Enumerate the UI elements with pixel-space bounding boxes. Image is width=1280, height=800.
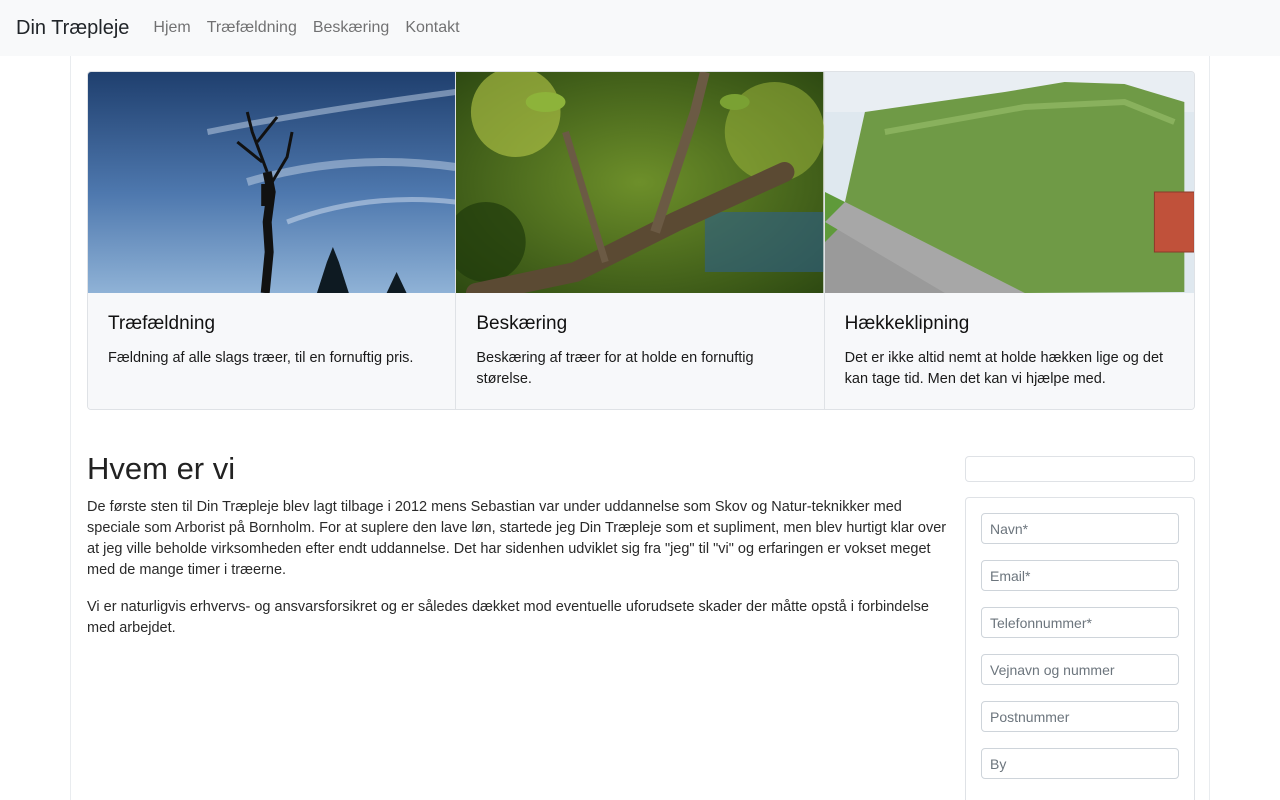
about-section: Hvem er vi De første sten til Din Træple… <box>87 451 947 655</box>
about-paragraph: Vi er naturligvis erhvervs- og ansvarsfo… <box>87 599 929 636</box>
about-paragraph: De første sten til Din Træpleje blev lag… <box>87 499 947 578</box>
brand-link[interactable]: Din Træpleje <box>16 18 129 38</box>
phone-field[interactable] <box>981 607 1179 638</box>
street-field[interactable] <box>981 654 1179 685</box>
main-container: Træfældning Fældning af alle slags træer… <box>70 56 1210 800</box>
zip-field[interactable] <box>981 701 1179 732</box>
nav-link-kontakt[interactable]: Kontakt <box>397 20 467 36</box>
contact-form <box>965 497 1195 800</box>
name-field[interactable] <box>981 513 1179 544</box>
tree-felling-image <box>88 72 456 293</box>
card-title: Træfældning <box>108 313 216 334</box>
card-text: Beskæring af træer for at holde en fornu… <box>476 350 754 387</box>
card-title: Hækkeklipning <box>844 313 970 334</box>
card-text: Fældning af alle slags træer, til en for… <box>108 350 414 366</box>
card-haekkeklipning: Hækkeklipning Det er ikke altid nemt at … <box>824 72 1194 409</box>
about-heading: Hvem er vi <box>87 451 236 486</box>
service-cards: Træfældning Fældning af alle slags træer… <box>87 71 1195 410</box>
hedge-trimming-image <box>824 72 1194 293</box>
city-field[interactable] <box>981 748 1179 779</box>
card-beskaering: Beskæring Beskæring af træer for at hold… <box>456 72 825 409</box>
nav-link-hjem[interactable]: Hjem <box>145 20 198 36</box>
navbar: Din Træpleje Hjem Træfældning Beskæring … <box>0 0 1280 56</box>
pruning-image <box>456 72 824 293</box>
sidebar-empty-box <box>965 456 1195 482</box>
nav-link-traefaeldning[interactable]: Træfældning <box>199 20 305 36</box>
nav-link-beskaering[interactable]: Beskæring <box>305 20 397 36</box>
email-field[interactable] <box>981 560 1179 591</box>
card-text: Det er ikke altid nemt at holde hækken l… <box>844 350 1164 387</box>
card-title: Beskæring <box>476 313 568 334</box>
card-traefaeldning: Træfældning Fældning af alle slags træer… <box>88 72 457 409</box>
